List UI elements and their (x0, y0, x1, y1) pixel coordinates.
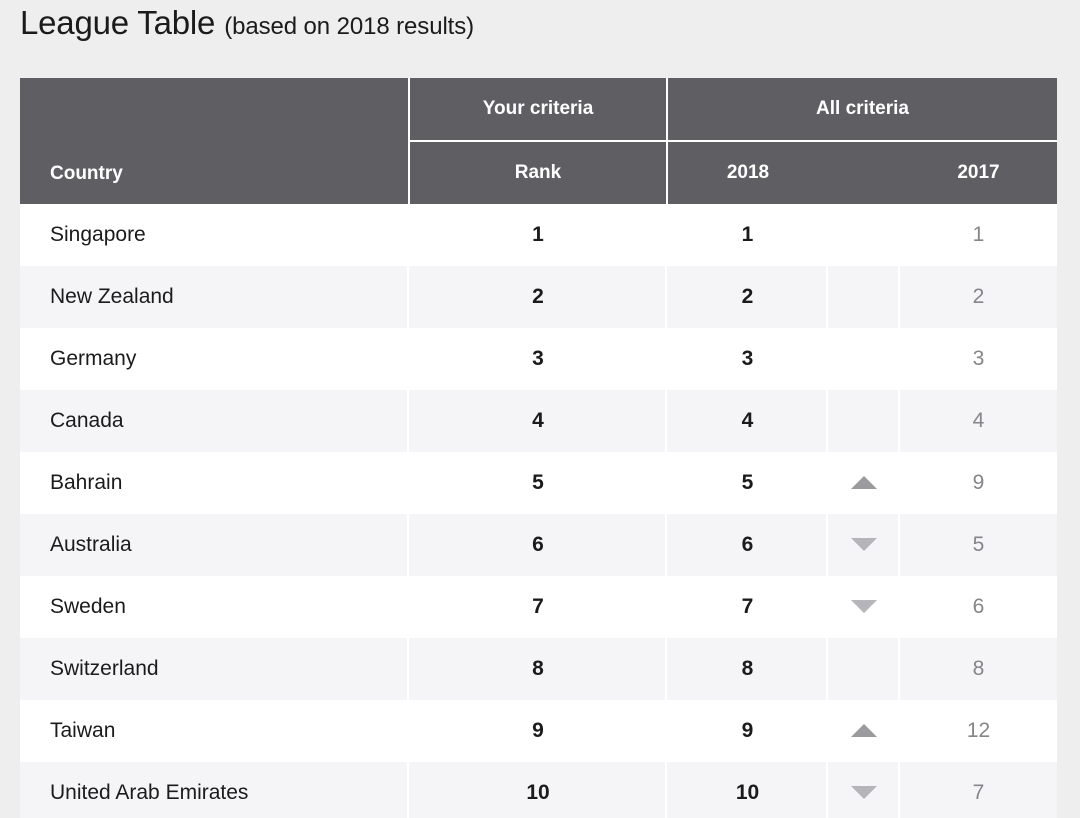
table-row[interactable]: Germany333 (20, 328, 1057, 390)
page-title: League Table (based on 2018 results) (20, 4, 474, 56)
cell-rank-2018: 9 (667, 700, 828, 762)
cell-rank: 2 (409, 266, 667, 328)
cell-rank: 6 (409, 514, 667, 576)
cell-trend (828, 452, 900, 514)
trend-down-icon (851, 600, 877, 613)
cell-trend (828, 390, 900, 452)
cell-rank-2017: 2 (900, 266, 1057, 328)
table-body: Singapore111New Zealand222Germany333Cana… (20, 204, 1057, 818)
table-row[interactable]: Bahrain559 (20, 452, 1057, 514)
cell-rank-2018: 1 (667, 204, 828, 266)
cell-country: Germany (20, 328, 409, 390)
cell-rank-2017: 4 (900, 390, 1057, 452)
cell-rank-2018: 5 (667, 452, 828, 514)
cell-rank-2017: 12 (900, 700, 1057, 762)
column-header-2018[interactable]: 2018 (667, 141, 828, 204)
cell-trend (828, 576, 900, 638)
cell-rank-2018: 6 (667, 514, 828, 576)
table-header: Country Your criteria All criteria Rank … (20, 78, 1057, 204)
table-row[interactable]: Sweden776 (20, 576, 1057, 638)
table-header-group-row: Country Your criteria All criteria (20, 78, 1057, 141)
cell-rank-2017: 1 (900, 204, 1057, 266)
cell-rank: 7 (409, 576, 667, 638)
league-table: Country Your criteria All criteria Rank … (20, 78, 1057, 818)
cell-trend (828, 328, 900, 390)
column-header-2017[interactable]: 2017 (900, 141, 1057, 204)
table-row[interactable]: Switzerland888 (20, 638, 1057, 700)
trend-up-icon (851, 476, 877, 489)
cell-country: Bahrain (20, 452, 409, 514)
league-table-container: Country Your criteria All criteria Rank … (20, 78, 1057, 818)
trend-down-icon (851, 786, 877, 799)
cell-country: Australia (20, 514, 409, 576)
cell-rank-2018: 10 (667, 762, 828, 818)
cell-country: Taiwan (20, 700, 409, 762)
cell-country: Switzerland (20, 638, 409, 700)
cell-country: New Zealand (20, 266, 409, 328)
cell-trend (828, 700, 900, 762)
cell-trend (828, 204, 900, 266)
trend-up-icon (851, 724, 877, 737)
cell-rank: 8 (409, 638, 667, 700)
page-title-main: League Table (20, 4, 215, 42)
table-row[interactable]: United Arab Emirates10107 (20, 762, 1057, 818)
cell-rank-2017: 6 (900, 576, 1057, 638)
cell-rank: 5 (409, 452, 667, 514)
column-header-rank[interactable]: Rank (409, 141, 667, 204)
cell-rank: 4 (409, 390, 667, 452)
cell-rank: 1 (409, 204, 667, 266)
cell-rank-2018: 2 (667, 266, 828, 328)
table-row[interactable]: New Zealand222 (20, 266, 1057, 328)
cell-country: United Arab Emirates (20, 762, 409, 818)
cell-rank-2017: 5 (900, 514, 1057, 576)
cell-country: Singapore (20, 204, 409, 266)
cell-rank-2017: 9 (900, 452, 1057, 514)
cell-country: Canada (20, 390, 409, 452)
table-row[interactable]: Singapore111 (20, 204, 1057, 266)
cell-trend (828, 762, 900, 818)
column-header-country[interactable]: Country (20, 78, 409, 204)
cell-rank-2018: 3 (667, 328, 828, 390)
cell-rank-2017: 7 (900, 762, 1057, 818)
league-table-page: League Table (based on 2018 results) Cou… (0, 0, 1080, 818)
cell-rank-2018: 8 (667, 638, 828, 700)
column-header-trend (828, 141, 900, 204)
cell-rank: 9 (409, 700, 667, 762)
table-row[interactable]: Australia665 (20, 514, 1057, 576)
cell-trend (828, 514, 900, 576)
cell-trend (828, 638, 900, 700)
page-title-subtitle: (based on 2018 results) (224, 13, 474, 41)
cell-rank-2017: 8 (900, 638, 1057, 700)
group-header-your-criteria: Your criteria (409, 78, 667, 141)
trend-down-icon (851, 538, 877, 551)
cell-rank-2018: 4 (667, 390, 828, 452)
cell-rank-2018: 7 (667, 576, 828, 638)
group-header-all-criteria: All criteria (667, 78, 1057, 141)
table-row[interactable]: Taiwan9912 (20, 700, 1057, 762)
cell-country: Sweden (20, 576, 409, 638)
cell-rank: 3 (409, 328, 667, 390)
table-row[interactable]: Canada444 (20, 390, 1057, 452)
cell-rank-2017: 3 (900, 328, 1057, 390)
cell-rank: 10 (409, 762, 667, 818)
cell-trend (828, 266, 900, 328)
